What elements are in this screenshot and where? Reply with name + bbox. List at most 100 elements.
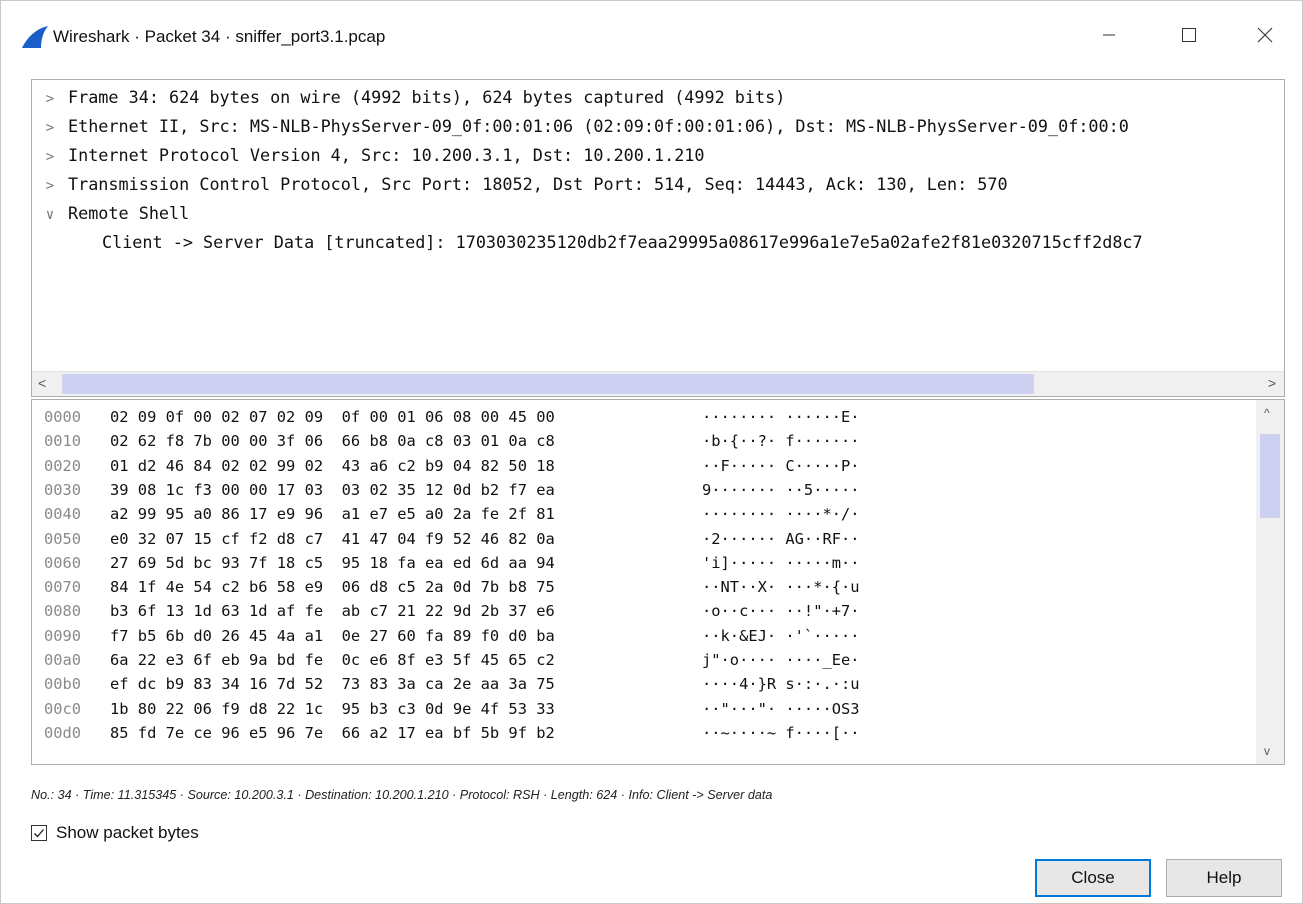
hex-offset: 00d0 xyxy=(44,723,82,742)
close-window-button[interactable] xyxy=(1245,15,1285,55)
hex-row[interactable]: 0080 b3 6f 13 1d 63 1d af fe ab c7 21 22 … xyxy=(32,600,1247,622)
hex-ascii: ····4·}R s·:·.·:u xyxy=(702,675,860,694)
hex-ascii: ········ ······E· xyxy=(702,408,860,426)
hex-offset: 0040 xyxy=(44,505,82,524)
title-bar[interactable]: Wireshark · Packet 34 · sniffer_port3.1.… xyxy=(1,1,1302,69)
hex-ascii: ·b·{··?· f······· xyxy=(702,432,860,451)
hex-row[interactable]: 0040 a2 99 95 a0 86 17 e9 96 a1 e7 e5 a0 … xyxy=(32,503,1247,525)
show-packet-bytes-toggle[interactable]: Show packet bytes xyxy=(31,821,199,845)
collapse-arrow-icon[interactable]: ∨ xyxy=(32,201,68,230)
hex-offset: 00b0 xyxy=(44,675,82,694)
hex-offset: 0000 xyxy=(44,408,82,426)
scrollbar-thumb[interactable] xyxy=(62,374,1034,394)
hex-bytes: 01 d2 46 84 02 02 99 02 43 a6 c2 b9 04 8… xyxy=(110,456,555,475)
hex-offset: 0090 xyxy=(44,626,82,645)
scroll-down-icon[interactable]: v xyxy=(1264,744,1270,758)
hex-offset: 0070 xyxy=(44,578,82,597)
hex-offset: 0080 xyxy=(44,602,82,621)
hex-bytes: 1b 80 22 06 f9 d8 22 1c 95 b3 c3 0d 9e 4… xyxy=(110,699,555,718)
hex-ascii: ·2······ AG··RF·· xyxy=(702,529,860,548)
expand-arrow-icon[interactable]: > xyxy=(32,143,68,172)
hex-ascii: ··k·&EJ· ·'`····· xyxy=(702,626,860,645)
hex-row[interactable]: 00c0 1b 80 22 06 f9 d8 22 1c 95 b3 c3 0d … xyxy=(32,698,1247,720)
hex-row[interactable]: 0050 e0 32 07 15 cf f2 d8 c7 41 47 04 f9 … xyxy=(32,528,1247,550)
hex-ascii: ··NT··X· ···*·{·u xyxy=(702,578,860,597)
packet-detail-tree[interactable]: > Frame 34: 624 bytes on wire (4992 bits)… xyxy=(31,79,1285,397)
wireshark-fin-icon xyxy=(21,25,49,49)
hex-ascii: ··"···"· ·····OS3 xyxy=(702,699,860,718)
hex-bytes: 84 1f 4e 54 c2 b6 58 e9 06 d8 c5 2a 0d 7… xyxy=(110,578,555,597)
scrollbar-thumb[interactable] xyxy=(1260,434,1280,518)
close-button[interactable]: Close xyxy=(1035,859,1151,897)
hex-bytes: f7 b5 6b d0 26 45 4a a1 0e 27 60 fa 89 f… xyxy=(110,626,555,645)
hex-bytes: 27 69 5d bc 93 7f 18 c5 95 18 fa ea ed 6… xyxy=(110,553,555,572)
hex-bytes: 85 fd 7e ce 96 e5 96 7e 66 a2 17 ea bf 5… xyxy=(110,723,555,742)
scroll-left-icon[interactable]: < xyxy=(38,375,46,391)
hex-bytes: 39 08 1c f3 00 00 17 03 03 02 35 12 0d b… xyxy=(110,480,555,499)
show-packet-bytes-label: Show packet bytes xyxy=(56,823,199,842)
help-button[interactable]: Help xyxy=(1166,859,1282,897)
close-icon xyxy=(1257,27,1273,43)
horizontal-scrollbar[interactable]: < > xyxy=(32,371,1284,396)
tree-row-label: Remote Shell xyxy=(68,203,190,223)
packet-summary-status: No.: 34 · Time: 11.315345 · Source: 10.2… xyxy=(31,788,773,802)
maximize-icon xyxy=(1182,28,1196,42)
hex-offset: 0020 xyxy=(44,456,82,475)
hex-bytes: 02 62 f8 7b 00 00 3f 06 66 b8 0a c8 03 0… xyxy=(110,432,555,451)
hex-row[interactable]: 0060 27 69 5d bc 93 7f 18 c5 95 18 fa ea … xyxy=(32,552,1247,574)
hex-offset: 0050 xyxy=(44,529,82,548)
hex-offset: 00c0 xyxy=(44,699,82,718)
window-title: Wireshark · Packet 34 · sniffer_port3.1.… xyxy=(53,27,386,46)
hex-ascii: ········ ····*·/· xyxy=(702,505,860,524)
hex-ascii: j"·o···· ····_Ee· xyxy=(702,651,860,669)
hex-row[interactable]: 00d0 85 fd 7e ce 96 e5 96 7e 66 a2 17 ea … xyxy=(32,722,1247,744)
tree-row-remote-shell[interactable]: ∨ Remote Shell xyxy=(32,199,1284,230)
tree-row-label: Transmission Control Protocol, Src Port:… xyxy=(68,174,1008,194)
expand-arrow-icon[interactable]: > xyxy=(32,85,68,114)
hex-bytes: 02 09 0f 00 02 07 02 09 0f 00 01 06 08 0… xyxy=(110,408,555,426)
hex-bytes: e0 32 07 15 cf f2 d8 c7 41 47 04 f9 52 4… xyxy=(110,529,555,548)
hex-bytes: b3 6f 13 1d 63 1d af fe ab c7 21 22 9d 2… xyxy=(110,602,555,621)
hex-row[interactable]: 00b0 ef dc b9 83 34 16 7d 52 73 83 3a ca … xyxy=(32,673,1247,695)
tree-row-client-data[interactable]: Client -> Server Data [truncated]: 17030… xyxy=(66,228,1284,257)
vertical-scrollbar[interactable]: ^ v xyxy=(1256,400,1284,764)
hex-bytes: a2 99 95 a0 86 17 e9 96 a1 e7 e5 a0 2a f… xyxy=(110,505,555,524)
scroll-up-icon[interactable]: ^ xyxy=(1264,406,1270,420)
tree-row-tcp[interactable]: > Transmission Control Protocol, Src Port… xyxy=(32,170,1284,201)
minimize-button[interactable] xyxy=(1089,15,1129,55)
hex-ascii: ·o··c··· ··!"·+7· xyxy=(702,602,860,621)
hex-row[interactable]: 00a0 6a 22 e3 6f eb 9a bd fe 0c e6 8f e3 … xyxy=(32,649,1247,671)
hex-bytes: ef dc b9 83 34 16 7d 52 73 83 3a ca 2e a… xyxy=(110,675,555,694)
hex-offset: 0010 xyxy=(44,432,82,451)
tree-row-ethernet[interactable]: > Ethernet II, Src: MS-NLB-PhysServer-09_… xyxy=(32,112,1284,143)
tree-row-label: Client -> Server Data [truncated]: 17030… xyxy=(102,232,1143,252)
tree-row-frame[interactable]: > Frame 34: 624 bytes on wire (4992 bits)… xyxy=(32,83,1284,114)
expand-arrow-icon[interactable]: > xyxy=(32,114,68,143)
hex-ascii: ··~····~ f····[·· xyxy=(702,723,860,742)
checkmark-icon xyxy=(34,829,44,838)
hex-row[interactable]: 0070 84 1f 4e 54 c2 b6 58 e9 06 d8 c5 2a … xyxy=(32,576,1247,598)
hex-ascii: ··F····· C·····P· xyxy=(702,456,860,475)
hex-bytes: 6a 22 e3 6f eb 9a bd fe 0c e6 8f e3 5f 4… xyxy=(110,651,555,669)
maximize-button[interactable] xyxy=(1169,15,1209,55)
tree-row-label: Frame 34: 624 bytes on wire (4992 bits),… xyxy=(68,87,786,107)
packet-bytes-pane[interactable]: 0000 02 09 0f 00 02 07 02 09 0f 00 01 06 … xyxy=(31,399,1285,765)
hex-row[interactable]: 0000 02 09 0f 00 02 07 02 09 0f 00 01 06 … xyxy=(32,406,1247,428)
minimize-icon xyxy=(1103,34,1115,36)
hex-row[interactable]: 0030 39 08 1c f3 00 00 17 03 03 02 35 12 … xyxy=(32,479,1247,501)
tree-row-ipv4[interactable]: > Internet Protocol Version 4, Src: 10.20… xyxy=(32,141,1284,172)
hex-row[interactable]: 0090 f7 b5 6b d0 26 45 4a a1 0e 27 60 fa … xyxy=(32,625,1247,647)
hex-ascii: 9······· ··5····· xyxy=(702,480,860,499)
hex-ascii: 'i]····· ·····m·· xyxy=(702,553,860,572)
hex-row[interactable]: 0020 01 d2 46 84 02 02 99 02 43 a6 c2 b9 … xyxy=(32,455,1247,477)
scroll-right-icon[interactable]: > xyxy=(1268,375,1276,391)
hex-offset: 00a0 xyxy=(44,651,82,669)
packet-dialog: Wireshark · Packet 34 · sniffer_port3.1.… xyxy=(0,0,1303,904)
hex-offset: 0060 xyxy=(44,553,82,572)
expand-arrow-icon[interactable]: > xyxy=(32,172,68,201)
tree-row-label: Internet Protocol Version 4, Src: 10.200… xyxy=(68,145,705,165)
show-packet-bytes-checkbox[interactable] xyxy=(31,825,47,841)
hex-offset: 0030 xyxy=(44,480,82,499)
hex-row[interactable]: 0010 02 62 f8 7b 00 00 3f 06 66 b8 0a c8 … xyxy=(32,430,1247,452)
tree-row-label: Ethernet II, Src: MS-NLB-PhysServer-09_0… xyxy=(68,116,1129,136)
